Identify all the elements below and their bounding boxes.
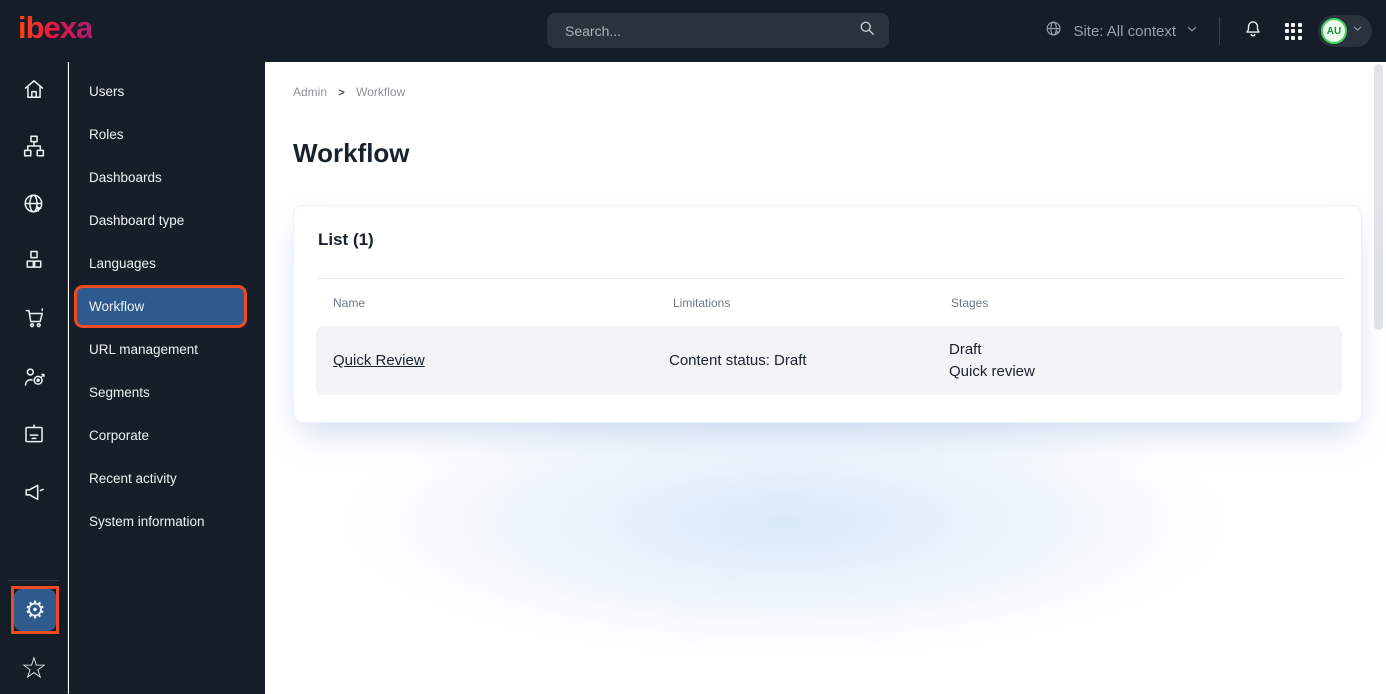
limitations-cell: Content status: Draft bbox=[669, 352, 807, 369]
nav-corporate-button[interactable] bbox=[14, 416, 54, 456]
admin-menu: Users Roles Dashboards Dashboard type La… bbox=[69, 62, 265, 694]
icon-rail: ⚙ ☆ bbox=[0, 62, 68, 694]
ibexa-admin-screen: ibexa Site: All context bbox=[0, 0, 1386, 694]
menu-item-recent-activity[interactable]: Recent activity bbox=[69, 457, 265, 500]
notifications-button[interactable] bbox=[1238, 16, 1268, 46]
site-context-selector[interactable]: Site: All context bbox=[1044, 19, 1199, 43]
table-row: Quick Review Content status: Draft Draft… bbox=[316, 326, 1342, 395]
column-header-limitations: Limitations bbox=[673, 296, 731, 310]
global-search bbox=[547, 13, 889, 48]
app-switcher-button[interactable] bbox=[1278, 16, 1308, 46]
person-target-icon bbox=[21, 364, 47, 395]
menu-item-users[interactable]: Users bbox=[69, 70, 265, 113]
breadcrumb: Admin > Workflow bbox=[293, 85, 405, 99]
bell-icon bbox=[1242, 18, 1264, 45]
nav-marketing-button[interactable] bbox=[14, 474, 54, 514]
chevron-down-icon bbox=[1185, 22, 1199, 40]
page-title: Workflow bbox=[293, 138, 410, 168]
search-input[interactable] bbox=[565, 22, 857, 39]
chevron-down-icon bbox=[1351, 22, 1364, 40]
user-menu-button[interactable]: AU bbox=[1318, 15, 1372, 47]
menu-item-corporate[interactable]: Corporate bbox=[69, 414, 265, 457]
topbar-divider bbox=[1219, 17, 1220, 45]
menu-item-url-management[interactable]: URL management bbox=[69, 328, 265, 371]
menu-item-dashboard-type[interactable]: Dashboard type bbox=[69, 199, 265, 242]
id-badge-icon bbox=[21, 421, 47, 452]
workflow-name-link[interactable]: Quick Review bbox=[333, 352, 425, 369]
star-icon: ☆ bbox=[20, 651, 48, 685]
gear-icon: ⚙ bbox=[24, 596, 46, 624]
stages-cell: Draft Quick review bbox=[949, 339, 1035, 383]
app-grid-icon bbox=[1284, 22, 1302, 40]
home-icon bbox=[21, 76, 47, 107]
menu-item-roles[interactable]: Roles bbox=[69, 113, 265, 156]
site-context-label: Site: All context bbox=[1073, 22, 1176, 40]
nav-bookmarks-button[interactable]: ☆ bbox=[14, 648, 54, 688]
stacked-boxes-icon bbox=[21, 247, 47, 278]
card-divider bbox=[318, 278, 1345, 279]
admin-settings-button[interactable]: ⚙ bbox=[14, 589, 56, 631]
globe-pointer-icon bbox=[21, 191, 47, 222]
menu-item-system-information[interactable]: System information bbox=[69, 500, 265, 543]
topbar: ibexa Site: All context bbox=[0, 0, 1386, 62]
annotation-highlight-gear: ⚙ bbox=[11, 586, 59, 634]
nav-home-button[interactable] bbox=[14, 71, 54, 111]
search-icon[interactable] bbox=[857, 18, 877, 43]
nav-commerce-button[interactable] bbox=[14, 300, 54, 340]
list-card-title: List (1) bbox=[318, 230, 374, 249]
menu-item-segments[interactable]: Segments bbox=[69, 371, 265, 414]
breadcrumb-admin[interactable]: Admin bbox=[293, 85, 327, 99]
avatar: AU bbox=[1321, 18, 1347, 44]
globe-icon bbox=[1044, 19, 1064, 43]
nav-site-management-button[interactable] bbox=[14, 186, 54, 226]
column-header-name: Name bbox=[333, 296, 366, 310]
nav-personalization-button[interactable] bbox=[14, 359, 54, 399]
menu-item-languages[interactable]: Languages bbox=[69, 242, 265, 285]
workflow-list-card: List (1) Name Limitations Stages Quick R… bbox=[293, 205, 1362, 423]
breadcrumb-workflow: Workflow bbox=[356, 85, 406, 99]
background-glow bbox=[265, 392, 1386, 694]
breadcrumb-separator: > bbox=[338, 87, 345, 99]
shopping-cart-icon bbox=[21, 305, 47, 336]
nav-product-catalog-button[interactable] bbox=[14, 242, 54, 282]
stage-draft: Draft bbox=[949, 341, 982, 358]
stage-quick-review: Quick review bbox=[949, 363, 1035, 380]
ibexa-logo[interactable]: ibexa bbox=[18, 10, 93, 46]
menu-item-workflow-active[interactable]: Workflow bbox=[74, 285, 247, 328]
main-content: Admin > Workflow Workflow List (1) Name … bbox=[265, 62, 1386, 694]
menu-item-dashboards[interactable]: Dashboards bbox=[69, 156, 265, 199]
column-header-stages: Stages bbox=[951, 296, 989, 310]
rail-divider bbox=[8, 580, 59, 581]
vertical-scrollbar-thumb[interactable] bbox=[1374, 64, 1383, 330]
sitemap-icon bbox=[21, 133, 47, 164]
nav-content-structure-button[interactable] bbox=[14, 128, 54, 168]
topbar-right-cluster: Site: All context AU bbox=[1044, 0, 1372, 62]
megaphone-icon bbox=[21, 479, 47, 510]
